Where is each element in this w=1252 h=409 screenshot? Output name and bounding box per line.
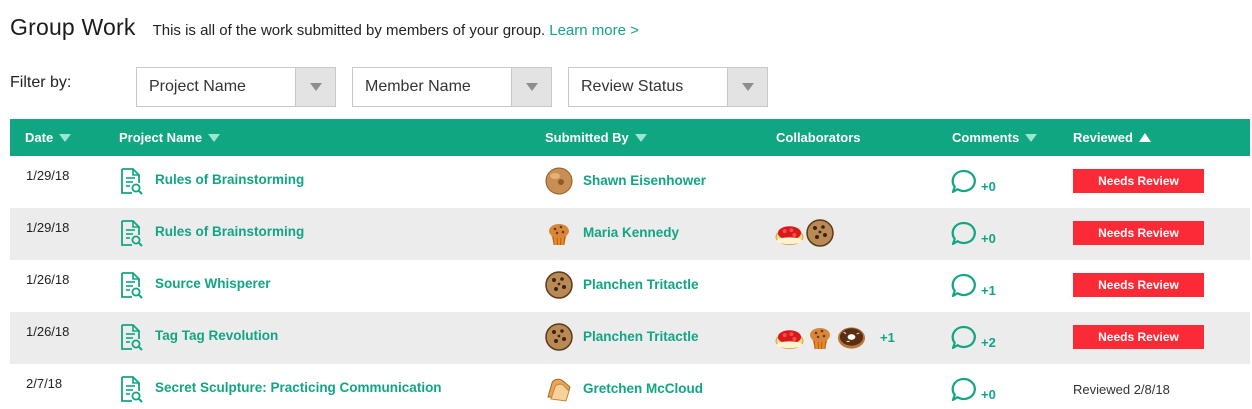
member-link[interactable]: Maria Kennedy: [583, 225, 679, 240]
comment-bubble-icon: [950, 168, 978, 201]
comment-bubble-icon: [950, 376, 978, 409]
chevron-down-icon: [741, 83, 754, 91]
cookie-icon: [545, 323, 573, 351]
page-header: Group Work This is all of the work submi…: [10, 14, 639, 41]
document-search-icon[interactable]: [118, 322, 144, 352]
table-row[interactable]: 1/26/18 Tag Tag Revolution Planchen Trit…: [10, 312, 1250, 364]
column-header-comments[interactable]: Comments: [952, 130, 1038, 145]
collaborators-list: +1: [775, 323, 895, 351]
comments-button[interactable]: +2: [950, 324, 996, 357]
member-link[interactable]: Planchen Tritactle: [583, 329, 699, 344]
sort-down-icon: [208, 133, 221, 142]
column-header-label: Submitted By: [545, 130, 629, 145]
project-name-filter-toggle[interactable]: [295, 68, 335, 106]
review-status-filter[interactable]: Review Status: [568, 67, 768, 107]
column-header-project-name[interactable]: Project Name: [119, 130, 221, 145]
column-header-date[interactable]: Date: [25, 130, 72, 145]
column-header-collaborators: Collaborators: [776, 130, 861, 145]
filter-bar: Filter by: Project Name Member Name Revi…: [10, 67, 770, 107]
table-row[interactable]: 2/7/18 Secret Sculpture: Practicing Comm…: [10, 364, 1250, 409]
needs-review-badge[interactable]: Needs Review: [1073, 325, 1204, 349]
document-search-icon[interactable]: [118, 166, 144, 196]
needs-review-badge[interactable]: Needs Review: [1073, 273, 1204, 297]
project-link[interactable]: Secret Sculpture: Practicing Communicati…: [155, 380, 442, 395]
column-header-label: Reviewed: [1073, 130, 1133, 145]
group-work-table: Date Project Name Submitted By Collabora…: [10, 119, 1250, 409]
review-status-filter-toggle[interactable]: [727, 68, 767, 106]
learn-more-link[interactable]: Learn more >: [549, 22, 639, 39]
comments-button[interactable]: +1: [950, 272, 996, 305]
cherry-pie-icon: [775, 323, 804, 351]
project-link[interactable]: Tag Tag Revolution: [155, 328, 278, 343]
cookie-icon: [545, 271, 573, 299]
donut-icon: [837, 323, 866, 351]
needs-review-badge[interactable]: Needs Review: [1073, 221, 1204, 245]
muffin-icon: [545, 219, 573, 247]
column-header-label: Collaborators: [776, 130, 861, 145]
table-row[interactable]: 1/26/18 Source Whisperer Planchen Tritac…: [10, 260, 1250, 312]
table-header: Date Project Name Submitted By Collabora…: [10, 119, 1250, 156]
project-name-filter-value: Project Name: [149, 78, 246, 95]
row-date: 1/29/18: [26, 220, 70, 235]
reviewed-status: Reviewed 2/8/18: [1073, 382, 1170, 397]
comment-count: +0: [981, 387, 996, 402]
member-name-filter[interactable]: Member Name: [352, 67, 552, 107]
member-link[interactable]: Planchen Tritactle: [583, 277, 699, 292]
member-name-filter-toggle[interactable]: [511, 68, 551, 106]
review-status-filter-value: Review Status: [581, 78, 684, 95]
table-row[interactable]: 1/29/18 Rules of Brainstorming Maria Ken…: [10, 208, 1250, 260]
member-name-filter-value: Member Name: [365, 78, 471, 95]
filter-label: Filter by:: [10, 74, 72, 91]
comments-button[interactable]: +0: [950, 376, 996, 409]
column-header-label: Comments: [952, 130, 1020, 145]
column-header-label: Project Name: [119, 130, 203, 145]
chevron-down-icon: [525, 83, 538, 91]
comment-count: +2: [981, 335, 996, 350]
table-row[interactable]: 1/29/18 Rules of Brainstorming Shawn Eis…: [10, 156, 1250, 208]
page-title: Group Work: [10, 14, 136, 40]
collaborators-more-count[interactable]: +1: [880, 330, 895, 345]
project-link[interactable]: Source Whisperer: [155, 276, 271, 291]
member-link[interactable]: Gretchen McCloud: [583, 381, 703, 396]
cookie-icon: [806, 219, 835, 247]
column-header-submitted-by[interactable]: Submitted By: [545, 130, 647, 145]
sort-down-icon: [634, 133, 647, 142]
comments-button[interactable]: +0: [950, 220, 996, 253]
comment-count: +1: [981, 283, 996, 298]
row-date: 2/7/18: [26, 376, 63, 391]
sort-up-icon: [1138, 133, 1151, 142]
comment-count: +0: [981, 231, 996, 246]
comment-bubble-icon: [950, 324, 978, 357]
bagel-icon: [545, 167, 573, 195]
sort-down-icon: [59, 133, 72, 142]
document-search-icon[interactable]: [118, 270, 144, 300]
row-date: 1/29/18: [26, 168, 70, 183]
project-name-filter[interactable]: Project Name: [136, 67, 336, 107]
project-link[interactable]: Rules of Brainstorming: [155, 224, 304, 239]
comments-button[interactable]: +0: [950, 168, 996, 201]
needs-review-badge[interactable]: Needs Review: [1073, 169, 1204, 193]
comment-bubble-icon: [950, 272, 978, 305]
column-header-reviewed[interactable]: Reviewed: [1073, 130, 1151, 145]
document-search-icon[interactable]: [118, 374, 144, 404]
comment-count: +0: [981, 179, 996, 194]
cherry-pie-icon: [775, 219, 804, 247]
comment-bubble-icon: [950, 220, 978, 253]
member-link[interactable]: Shawn Eisenhower: [583, 173, 706, 188]
document-search-icon[interactable]: [118, 218, 144, 248]
muffin-icon: [806, 323, 835, 351]
table-body: 1/29/18 Rules of Brainstorming Shawn Eis…: [10, 156, 1250, 409]
column-header-label: Date: [25, 130, 54, 145]
row-date: 1/26/18: [26, 272, 70, 287]
sort-down-icon: [1025, 133, 1038, 142]
collaborators-list: [775, 219, 837, 247]
toast-icon: [545, 375, 573, 403]
chevron-down-icon: [309, 83, 322, 91]
page-subtitle: This is all of the work submitted by mem…: [152, 22, 546, 39]
row-date: 1/26/18: [26, 324, 70, 339]
project-link[interactable]: Rules of Brainstorming: [155, 172, 304, 187]
